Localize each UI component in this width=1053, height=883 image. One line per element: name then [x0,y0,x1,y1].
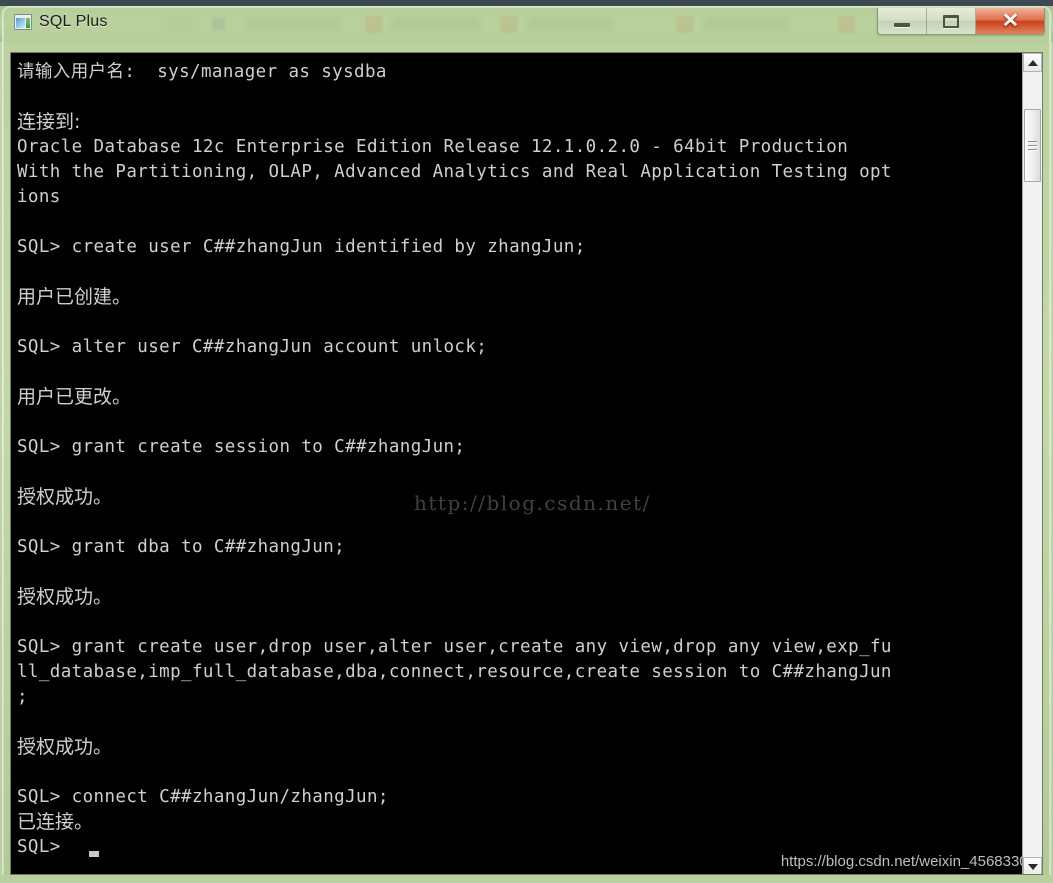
grip-line [1028,145,1037,146]
console-client-area: 请输入用户名: sys/manager as sysdba 连接到: Oracle … [10,52,1043,875]
scroll-up-arrow-icon[interactable] [1023,53,1042,72]
minimize-button[interactable] [878,8,927,34]
scroll-down-arrow-icon[interactable] [1023,857,1042,874]
minimize-icon [894,23,910,27]
sqlplus-window: SQL Plus ✕ 请输入用户名: sys/manager as sysdba… [0,6,1053,883]
console-line: Oracle Database 12c Enterprise Edition R… [17,137,849,157]
watermark-middle: http://blog.csdn.net/ [414,491,651,515]
close-button[interactable]: ✕ [976,8,1044,34]
console-line: 连接到: [17,111,81,133]
console-line: SQL> [17,837,61,857]
window-titlebar[interactable]: SQL Plus ✕ [2,6,1051,42]
text-cursor [89,851,99,857]
window-title: SQL Plus [39,13,108,30]
maximize-icon [943,14,959,28]
close-icon: ✕ [1001,10,1019,32]
console-line: ll_database,imp_full_database,dba,connec… [17,662,892,682]
scrollbar-track[interactable] [1023,72,1042,857]
console-line: SQL> grant create session to C##zhangJun… [17,437,466,457]
grip-line [1028,141,1037,142]
console-output[interactable]: 请输入用户名: sys/manager as sysdba 连接到: Oracle … [11,53,1024,874]
console-line: ; [17,687,28,707]
console-line: 用户已创建。 [17,286,132,308]
console-line: ions [17,187,61,207]
console-line: With the Partitioning, OLAP, Advanced An… [17,162,892,182]
console-line: 授权成功。 [17,486,113,508]
console-line: SQL> grant dba to C##zhangJun; [17,537,346,557]
titlebar-left-group: SQL Plus [14,13,108,31]
scroll-thumb[interactable] [1024,109,1041,182]
triangle-down-icon [1027,863,1038,870]
console-line: SQL> create user C##zhangJun identified … [17,237,586,257]
sqlplus-window-icon[interactable] [14,14,32,30]
triangle-up-icon [1027,59,1038,66]
console-line: 已连接。 [17,811,94,833]
grip-line [1028,149,1037,150]
desktop-bottom-sliver [0,875,1053,883]
console-line: 授权成功。 [17,586,113,608]
console-line: 用户已更改。 [17,386,132,408]
watermark-bottom-right: https://blog.csdn.net/weixin_45683301 [780,853,1036,870]
console-line: 授权成功。 [17,736,113,758]
console-line: SQL> alter user C##zhangJun account unlo… [17,337,488,357]
window-controls: ✕ [877,8,1045,35]
console-line: SQL> grant create user,drop user,alter u… [17,637,892,657]
maximize-button[interactable] [927,8,976,34]
vertical-scrollbar[interactable] [1022,53,1042,874]
console-line: SQL> connect C##zhangJun/zhangJun; [17,787,389,807]
console-line: 请输入用户名: sys/manager as sysdba [17,62,387,82]
